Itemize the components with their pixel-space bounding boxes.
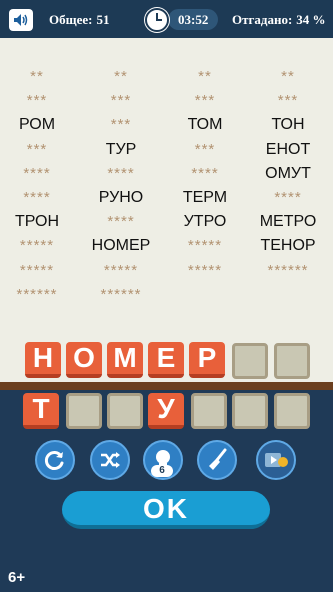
word-slot: РОМ <box>18 116 56 134</box>
word-slot: ** <box>114 68 128 85</box>
word-slot: ОМУТ <box>265 164 311 182</box>
word-slot: **** <box>107 164 135 182</box>
answer-tile[interactable]: Р <box>189 342 225 378</box>
sound-toggle-button[interactable] <box>9 9 33 31</box>
total-stat: Общее: 51 <box>49 12 109 28</box>
word-slot: **** <box>23 164 51 182</box>
word-slot: *** <box>110 92 132 110</box>
word-column-1: ** *** РОМ *** **** **** ТРОН ***** ****… <box>0 65 78 307</box>
guessed-value: 34 % <box>296 12 326 27</box>
word-slot: ****** <box>100 285 142 303</box>
letter-slot-empty <box>232 393 268 429</box>
letter-tile[interactable]: Т <box>23 393 59 429</box>
total-label: Общее: <box>49 12 93 27</box>
age-rating-label: 6+ <box>8 569 26 586</box>
hint-count-badge: 6 <box>151 465 173 477</box>
guessed-stat: Отгадано: 34 % <box>232 12 326 28</box>
word-column-4: ** *** ТОН ЕНОТ ОМУТ **** МЕТРО ТЕНОР **… <box>247 65 329 307</box>
letter-tile[interactable]: У <box>148 393 184 429</box>
word-slot: ТРОН <box>14 213 60 231</box>
word-slot: УТРО <box>183 213 227 231</box>
word-slot: ** <box>198 68 212 85</box>
word-slot: *** <box>194 140 216 158</box>
timer-value: 03:52 <box>178 12 209 27</box>
word-slot: ****** <box>16 285 58 303</box>
clock-icon <box>145 8 169 32</box>
word-slot: ***** <box>19 261 55 279</box>
word-slot: ***** <box>187 261 223 279</box>
letter-slot-empty <box>191 393 227 429</box>
word-slot: *** <box>110 116 132 134</box>
broom-icon <box>209 448 227 470</box>
word-slot: ** <box>30 68 44 85</box>
shuffle-icon <box>101 452 120 468</box>
video-reward-button[interactable] <box>256 440 296 480</box>
shelf-divider <box>0 382 333 390</box>
word-slot: ***** <box>187 237 223 255</box>
shuffle-button[interactable] <box>90 440 130 480</box>
word-column-3: ** *** ТОМ *** **** ТЕРМ УТРО ***** ****… <box>164 65 246 307</box>
word-column-2: ** *** *** ТУР **** РУНО **** НОМЕР ****… <box>80 65 162 307</box>
word-board: ** *** РОМ *** **** **** ТРОН ***** ****… <box>0 38 333 382</box>
answer-tile[interactable]: Н <box>25 342 61 378</box>
answer-tile[interactable]: Е <box>148 342 184 378</box>
word-slot: *** <box>26 92 48 110</box>
reset-button[interactable] <box>35 440 75 480</box>
word-slot: МЕТРО <box>259 213 317 231</box>
total-value: 51 <box>96 12 110 27</box>
word-slot: РУНО <box>98 188 144 206</box>
answer-slot-empty[interactable] <box>232 343 268 379</box>
word-slot: ТЕРМ <box>182 188 228 206</box>
word-slot: *** <box>277 92 299 110</box>
word-slot <box>247 283 329 307</box>
refresh-icon <box>44 451 64 470</box>
word-slot: ** <box>281 68 295 85</box>
word-slot: ***** <box>19 237 55 255</box>
word-slot: ТУР <box>105 140 137 158</box>
word-slot: **** <box>107 213 135 231</box>
word-slot: **** <box>274 188 302 206</box>
top-bar: Общее: 51 03:52 Отгадано: 34 % <box>0 0 333 38</box>
word-slot: **** <box>191 164 219 182</box>
speaker-icon <box>14 14 28 26</box>
word-slot: ***** <box>103 261 139 279</box>
word-slot <box>164 283 246 307</box>
word-slot: **** <box>23 188 51 206</box>
word-slot: ЕНОТ <box>265 140 311 158</box>
guessed-label: Отгадано: <box>232 12 293 27</box>
letter-slot-empty <box>274 393 310 429</box>
clear-button[interactable] <box>197 440 237 480</box>
video-icon <box>265 453 288 467</box>
answer-slot-empty[interactable] <box>274 343 310 379</box>
word-slot: ТОН <box>271 116 305 134</box>
word-slot: НОМЕР <box>91 237 151 255</box>
word-slot: ТОМ <box>187 116 223 134</box>
answer-tile[interactable]: М <box>107 342 143 378</box>
answer-tile[interactable]: О <box>66 342 102 378</box>
word-slot: ****** <box>267 261 309 279</box>
ok-button[interactable]: OK <box>62 491 270 529</box>
word-slot: *** <box>26 140 48 158</box>
letter-slot-empty <box>107 393 143 429</box>
word-slot: ТЕНОР <box>260 237 316 255</box>
word-slot: *** <box>194 92 216 110</box>
letter-slot-empty <box>66 393 102 429</box>
